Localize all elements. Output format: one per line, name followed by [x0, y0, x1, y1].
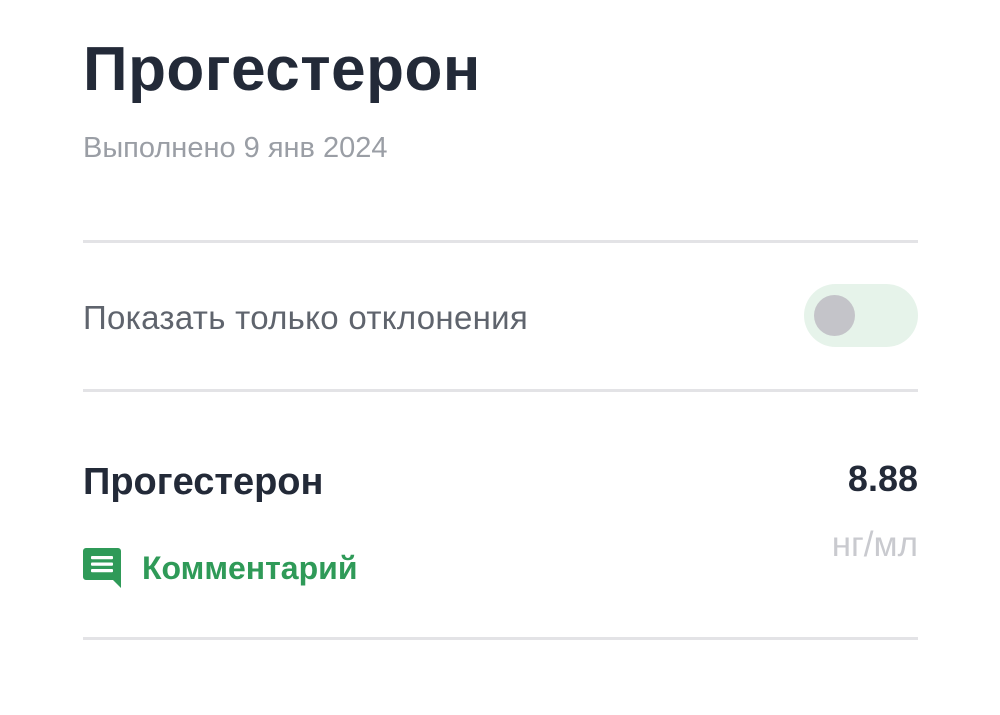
- comment-button[interactable]: Комментарий: [83, 546, 357, 590]
- divider: [83, 637, 918, 640]
- result-unit: нг/мл: [831, 525, 918, 564]
- deviations-filter-label: Показать только отклонения: [83, 299, 529, 336]
- analysis-detail-page: Прогестерон Выполнено 9 янв 2024 Показат…: [83, 0, 918, 715]
- toggle-knob: [814, 295, 855, 336]
- deviations-filter-row: Показать только отклонения: [83, 243, 918, 389]
- result-row: Прогестерон 8.88 нг/мл Комментарий: [83, 393, 918, 639]
- result-name: Прогестерон: [83, 461, 324, 503]
- completion-date: Выполнено 9 янв 2024: [83, 132, 388, 164]
- page-title: Прогестерон: [83, 35, 481, 104]
- comment-icon: [83, 548, 121, 588]
- result-value: 8.88: [847, 458, 918, 499]
- comment-label: Комментарий: [142, 550, 358, 586]
- deviations-toggle[interactable]: [804, 284, 918, 347]
- divider: [83, 389, 918, 392]
